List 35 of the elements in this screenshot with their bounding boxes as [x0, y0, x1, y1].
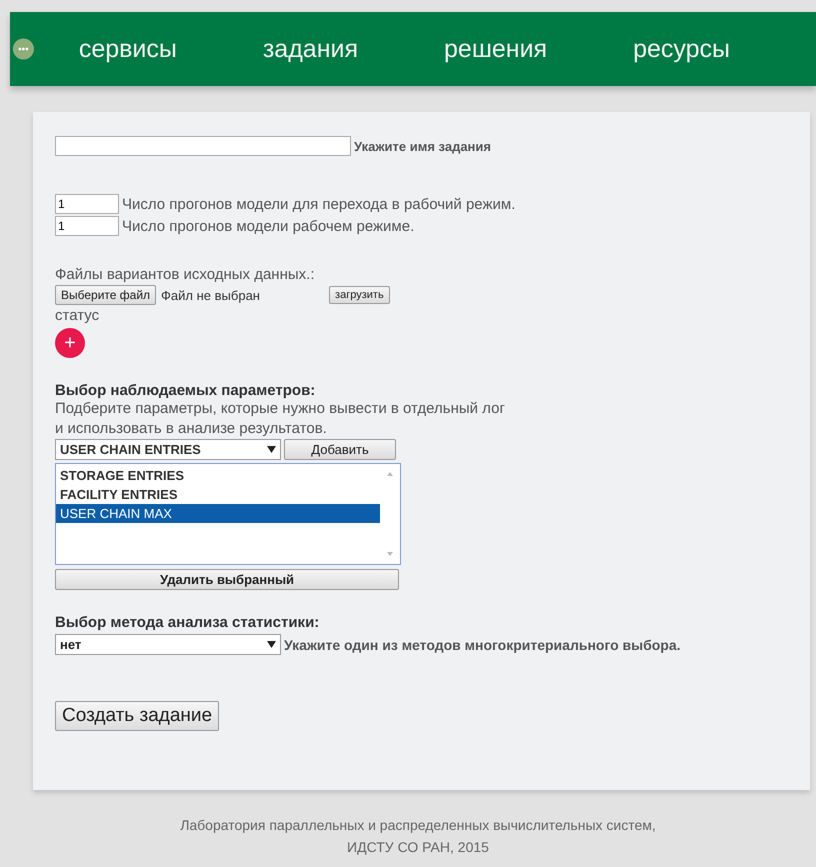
status-label: статус — [55, 307, 100, 324]
list-item[interactable]: USER CHAIN MAX — [56, 504, 380, 523]
menu-icon[interactable] — [12, 36, 35, 62]
nav-link[interactable]: сервисы — [78, 34, 177, 64]
nav-link[interactable]: решения — [444, 34, 548, 64]
remove-selected-button[interactable]: Удалить выбранный — [55, 569, 399, 590]
field-label: Укажите один из методов многокритериального выбора. — [284, 636, 681, 652]
footer-text: Лаборатория параллельных и распределенных вычислительных систем, — [179, 816, 657, 835]
list-item[interactable]: FACILITY ENTRIES — [56, 485, 380, 504]
field-label: Число прогонов модели рабочем режиме. — [122, 218, 414, 234]
nav-link[interactable]: задания — [262, 34, 358, 64]
add-parameter-button[interactable]: Добавить — [284, 439, 396, 460]
list-item[interactable]: STORAGE ENTRIES — [56, 466, 380, 485]
number-field[interactable]: 1 — [55, 216, 119, 236]
parameter-dropdown[interactable]: USER CHAIN ENTRIES — [55, 439, 281, 460]
footer-text: ИДСТУ СО РАН, 2015 — [346, 838, 490, 857]
field-label: Укажите имя задания — [354, 138, 491, 154]
caret-icon — [267, 446, 276, 453]
number-field[interactable]: 1 — [55, 194, 119, 214]
task-name-field[interactable] — [55, 136, 351, 156]
caret-icon — [267, 641, 276, 648]
upload-button[interactable]: загрузить — [329, 286, 390, 304]
scroll-up-icon[interactable] — [387, 472, 393, 476]
method-dropdown[interactable]: нет — [55, 634, 281, 655]
section-title: Файлы вариантов исходных данных.: — [55, 266, 314, 283]
nav-link[interactable]: ресурсы — [633, 34, 730, 64]
file-status: Файл не выбран — [161, 288, 261, 302]
choose-file-button[interactable]: Выберите файл — [55, 285, 156, 305]
add-button[interactable]: + — [55, 328, 85, 358]
hint-text: Подберите параметры, которые нужно вывести в отдельный лог и использовать в анализе результатов. — [55, 399, 505, 439]
section-title: Выбор наблюдаемых параметров: — [55, 382, 316, 399]
field-label: Число прогонов модели для перехода в рабочий режим. — [122, 196, 516, 212]
create-task-button[interactable]: Создать задание — [55, 701, 220, 731]
scroll-down-icon[interactable] — [387, 552, 393, 556]
section-title: Выбор метода анализа статистики: — [55, 614, 320, 631]
